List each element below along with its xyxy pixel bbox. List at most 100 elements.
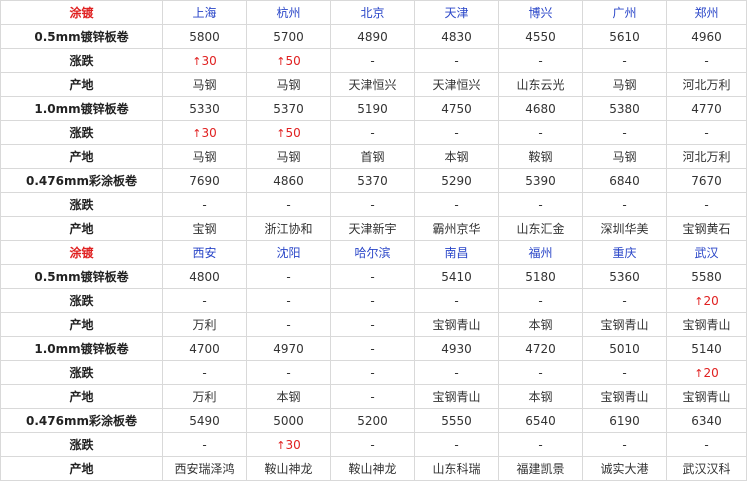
change-cell: - xyxy=(162,288,247,313)
origin-cell: - xyxy=(330,312,415,337)
change-cell: - xyxy=(666,48,747,73)
city-link[interactable]: 西安 xyxy=(162,240,247,265)
change-value: 30 xyxy=(201,125,217,140)
change-row: 涨跌 - - - - - - ↑20 xyxy=(0,360,747,385)
price-row: 1.0mm镀锌板卷 5330 5370 5190 4750 4680 5380 4770 xyxy=(0,96,747,121)
price-cell: 4720 xyxy=(498,336,583,361)
row-label: 产地 xyxy=(0,384,163,409)
city-link[interactable]: 博兴 xyxy=(498,0,583,25)
row-label: 涨跌 xyxy=(0,432,163,457)
price-cell: 5370 xyxy=(246,96,331,121)
city-link[interactable]: 广州 xyxy=(582,0,667,25)
price-cell: 6190 xyxy=(582,408,667,433)
origin-cell: 本钢 xyxy=(246,384,331,409)
city-link[interactable]: 郑州 xyxy=(666,0,747,25)
origin-cell: 马钢 xyxy=(582,72,667,97)
price-cell: - xyxy=(246,264,331,289)
price-cell: 6340 xyxy=(666,408,747,433)
origin-cell: 宝钢黄石 xyxy=(666,216,747,241)
row-label: 0.476mm彩涂板卷 xyxy=(0,408,163,433)
price-row: 1.0mm镀锌板卷 4700 4970-4930 4720 5010 5140 xyxy=(0,336,747,361)
origin-cell: 宝钢青山 xyxy=(414,312,499,337)
city-link[interactable]: 武汉 xyxy=(666,240,747,265)
change-up-cell: ↑30 xyxy=(246,432,331,457)
price-cell: 5550 xyxy=(414,408,499,433)
price-cell: - xyxy=(330,264,415,289)
price-row: 0.476mm彩涂板卷 7690 4860 5370 5290 5390 6840 7670 xyxy=(0,168,747,193)
price-cell: 7690 xyxy=(162,168,247,193)
price-cell: 4830 xyxy=(414,24,499,49)
change-cell: - xyxy=(582,288,667,313)
origin-cell: 天津恒兴 xyxy=(330,72,415,97)
origin-cell: 霸州京华 xyxy=(414,216,499,241)
price-cell: 6540 xyxy=(498,408,583,433)
price-cell: 5490 xyxy=(162,408,247,433)
city-link[interactable]: 南昌 xyxy=(414,240,499,265)
change-cell: - xyxy=(330,288,415,313)
origin-cell: 天津新宇 xyxy=(330,216,415,241)
origin-cell: - xyxy=(330,384,415,409)
change-up-cell: ↑20 xyxy=(666,288,747,313)
change-cell: - xyxy=(498,120,583,145)
city-link[interactable]: 北京 xyxy=(330,0,415,25)
price-table: 涂镀 上海 杭州 北京 天津 博兴 广州 郑州 0.5mm镀锌板卷 5800 5700 4890 483… xyxy=(0,0,747,481)
change-cell: - xyxy=(330,120,415,145)
origin-cell: 鞍山神龙 xyxy=(330,456,415,481)
origin-row: 产地 宝钢 浙江协和 天津新宇 霸州京华 山东汇金 深圳华美 宝钢黄石 xyxy=(0,216,747,241)
city-link[interactable]: 天津 xyxy=(414,0,499,25)
change-cell: - xyxy=(162,192,247,217)
origin-row: 产地 万利 - - 宝钢青山 本钢 宝钢青山 宝钢青山 xyxy=(0,312,747,337)
change-cell: - xyxy=(246,288,331,313)
price-cell: 5010 xyxy=(582,336,667,361)
change-cell: - xyxy=(414,48,499,73)
change-up-cell: ↑30 xyxy=(162,120,247,145)
row-label: 0.476mm彩涂板卷 xyxy=(0,168,163,193)
change-value: 20 xyxy=(703,365,719,380)
change-cell: - xyxy=(246,192,331,217)
change-cell: - xyxy=(414,192,499,217)
price-cell: 5000 xyxy=(246,408,331,433)
row-label: 涨跌 xyxy=(0,48,163,73)
row-label: 产地 xyxy=(0,144,163,169)
city-link[interactable]: 沈阳 xyxy=(246,240,331,265)
change-cell: - xyxy=(330,48,415,73)
change-cell: - xyxy=(330,432,415,457)
row-label: 涨跌 xyxy=(0,360,163,385)
city-link[interactable]: 哈尔滨 xyxy=(330,240,415,265)
change-value: 50 xyxy=(285,125,301,140)
origin-cell: 山东汇金 xyxy=(498,216,583,241)
change-value: 30 xyxy=(201,53,217,68)
city-link[interactable]: 重庆 xyxy=(582,240,667,265)
row-label: 产地 xyxy=(0,216,163,241)
change-cell: - xyxy=(666,432,747,457)
origin-cell: 西安瑞泽鸿 xyxy=(162,456,247,481)
origin-cell: 万利 xyxy=(162,384,247,409)
change-cell: - xyxy=(246,360,331,385)
change-cell: - xyxy=(330,192,415,217)
price-row: 0.476mm彩涂板卷 5490 5000 5200 5550 6540 6190 6340 xyxy=(0,408,747,433)
city-link[interactable]: 杭州 xyxy=(246,0,331,25)
section-label: 涂镀 xyxy=(0,0,163,25)
origin-cell: 福建凯景 xyxy=(498,456,583,481)
change-cell: - xyxy=(666,192,747,217)
origin-row: 产地 马钢 马钢 天津恒兴 天津恒兴 山东云光 马钢 河北万利 xyxy=(0,72,747,97)
price-cell: 5290 xyxy=(414,168,499,193)
change-cell: - xyxy=(162,432,247,457)
price-cell: - xyxy=(330,336,415,361)
city-link[interactable]: 上海 xyxy=(162,0,247,25)
change-cell: - xyxy=(582,432,667,457)
city-link[interactable]: 福州 xyxy=(498,240,583,265)
price-cell: 5190 xyxy=(330,96,415,121)
price-cell: 5140 xyxy=(666,336,747,361)
price-row: 0.5mm镀锌板卷 4800- -5410 5180 5360 5580 xyxy=(0,264,747,289)
price-cell: 4960 xyxy=(666,24,747,49)
origin-cell: 马钢 xyxy=(582,144,667,169)
change-cell: - xyxy=(414,360,499,385)
price-cell: 4800 xyxy=(162,264,247,289)
change-up-cell: ↑30 xyxy=(162,48,247,73)
price-cell: 5380 xyxy=(582,96,667,121)
origin-cell: 浙江协和 xyxy=(246,216,331,241)
city-header-row: 涂镀 上海 杭州 北京 天津 博兴 广州 郑州 xyxy=(0,0,747,25)
origin-cell: 山东云光 xyxy=(498,72,583,97)
price-cell: 5800 xyxy=(162,24,247,49)
